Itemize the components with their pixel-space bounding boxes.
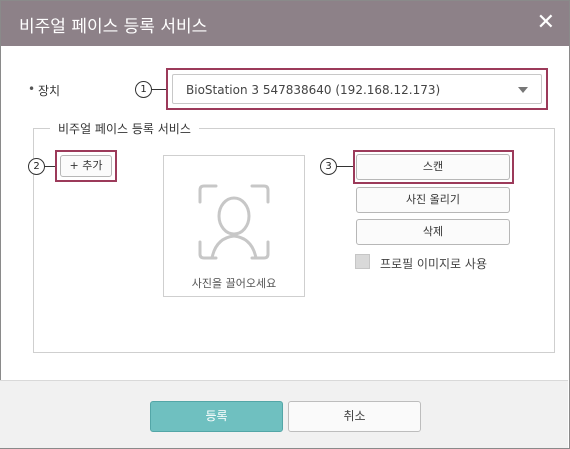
- photo-drop-hint: 사진을 끌어오세요: [191, 277, 277, 290]
- add-button[interactable]: + 추가: [60, 155, 112, 177]
- device-highlight: BioStation 3 547838640 (192.168.12.173): [166, 68, 548, 110]
- close-icon[interactable]: ✕: [537, 10, 555, 35]
- photo-drop-area[interactable]: 사진을 끌어오세요: [163, 155, 305, 297]
- add-highlight: + 추가: [55, 150, 117, 182]
- dialog-titlebar: 비주얼 페이스 등록 서비스 ✕: [1, 1, 569, 46]
- face-scan-icon: [198, 184, 270, 260]
- callout-2: 2: [28, 158, 45, 175]
- register-button[interactable]: 등록: [150, 401, 283, 432]
- callout-3-line: [336, 166, 353, 167]
- dialog-footer: [0, 380, 568, 448]
- group-legend: 비주얼 페이스 등록 서비스: [50, 120, 199, 137]
- profile-image-label: 프로필 이미지로 사용: [380, 257, 487, 271]
- callout-2-line: [44, 166, 55, 167]
- profile-image-checkbox[interactable]: [355, 254, 370, 269]
- chevron-down-icon: [518, 87, 528, 93]
- delete-button[interactable]: 삭제: [356, 219, 510, 245]
- device-select[interactable]: BioStation 3 547838640 (192.168.12.173): [172, 74, 542, 104]
- callout-3: 3: [320, 158, 337, 175]
- upload-photo-button[interactable]: 사진 올리기: [356, 187, 510, 213]
- callout-1: 1: [135, 81, 152, 98]
- device-select-value: BioStation 3 547838640 (192.168.12.173): [186, 83, 441, 97]
- scan-highlight: 스캔: [353, 150, 514, 184]
- device-label: 장치: [28, 82, 60, 99]
- callout-1-line: [151, 89, 166, 90]
- cancel-button[interactable]: 취소: [288, 401, 421, 432]
- scan-button[interactable]: 스캔: [356, 154, 510, 180]
- dialog-title: 비주얼 페이스 등록 서비스: [19, 17, 208, 37]
